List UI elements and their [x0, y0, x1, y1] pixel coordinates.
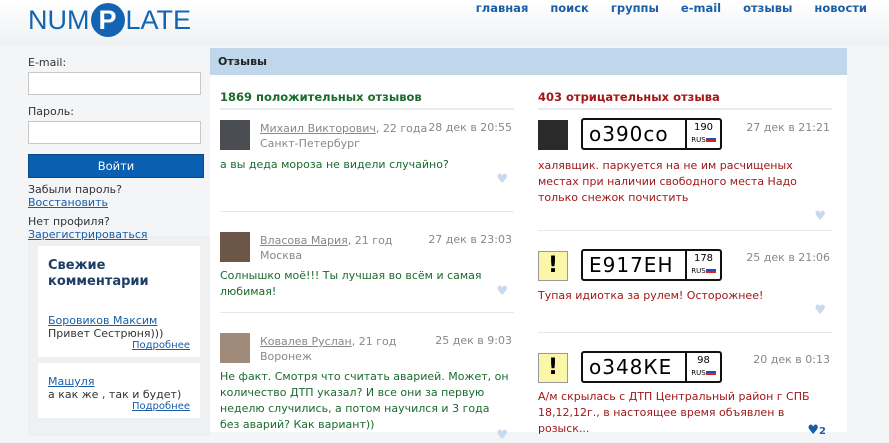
register-link[interactable]: Зарегистрироваться [28, 228, 204, 241]
fresh-comments: Свежие комментарии Боровиков Максим Прив… [28, 236, 210, 436]
user-age: , 22 года [375, 122, 428, 135]
review-text: халявщик. паркуется на не им расчищеных … [538, 159, 797, 204]
password-label: Пароль: [28, 105, 74, 118]
nav-email[interactable]: e-mail [681, 1, 721, 15]
review-text: А/м скрылась с ДТП Центральный район г С… [538, 390, 810, 435]
car-photo[interactable] [538, 120, 568, 150]
fresh-comment: Машуля а как же , так и будет) Подробнее [38, 363, 200, 418]
reviews-panel: Отзывы 1869 положительных отзывов Михаил… [210, 48, 847, 443]
nav-groups[interactable]: группы [611, 1, 659, 15]
avatar[interactable] [220, 232, 250, 262]
plate-country: RUS [691, 267, 706, 275]
user-city: Воронеж [260, 350, 312, 363]
warning-icon[interactable]: ! [538, 251, 568, 281]
password-input[interactable] [28, 121, 201, 144]
comment-author[interactable]: Машуля [48, 375, 94, 388]
user-name[interactable]: Ковалев Руслан [260, 335, 352, 348]
positive-heading: 1869 положительных отзывов [220, 90, 514, 110]
review-text: Тупая идиотка за рулем! Осторожнее! [538, 289, 764, 302]
warning-icon[interactable]: ! [538, 353, 568, 383]
login-form: E-mail: Пароль: Войти Забыли пароль? Вос… [28, 56, 204, 241]
user-city: Санкт-Петербург [260, 137, 360, 150]
heart-icon[interactable]: ♥ [496, 428, 508, 443]
heart-icon[interactable]: ♥ [814, 209, 826, 224]
nav-home[interactable]: главная [476, 1, 529, 15]
fresh-comment: Свежие комментарии Боровиков Максим Прив… [38, 246, 200, 357]
email-input[interactable] [28, 72, 201, 95]
review-date: 25 дек в 21:06 [746, 251, 830, 264]
review-text: Солнышко моё!!! Ты лучшая во всём и сама… [220, 269, 482, 298]
negative-column: 403 отрицательных отзыва о390со 190 RUS 27… [538, 90, 832, 443]
review-date: 27 дек в 21:21 [746, 121, 830, 134]
heart-icon[interactable]: ♥ [496, 172, 508, 187]
plate-region: 178 [693, 253, 714, 264]
review-date: 28 дек в 20:55 [428, 121, 512, 134]
review-date: 20 дек в 0:13 [753, 353, 830, 366]
review-item: Михаил Викторович, 22 года Санкт-Петербур… [220, 110, 514, 212]
like-button[interactable]: ♥2 [807, 423, 826, 438]
logo-text: NUM [28, 4, 90, 35]
logo-p-circle: P [90, 3, 125, 37]
plate-country: RUS [691, 136, 706, 144]
fresh-comments-title: Свежие комментарии [48, 258, 149, 289]
review-item: ! о348КЕ 98 RUS 20 дек в 0:13 А/м скрылась… [538, 333, 832, 443]
reviews-title: Отзывы [210, 48, 847, 75]
top-nav: главная поиск группы e-mail отзывы новос… [476, 1, 867, 15]
user-age: , 21 год [347, 234, 393, 247]
review-date: 25 дек в 9:03 [435, 334, 512, 347]
nav-reviews[interactable]: отзывы [743, 1, 792, 15]
plate-region: 98 [697, 355, 710, 366]
review-item: ! Е917ЕН 178 RUS 25 дек в 21:06 Тупая идио… [538, 231, 832, 333]
license-plate[interactable]: о348КЕ 98 RUS [581, 351, 722, 383]
user-name[interactable]: Михаил Викторович [260, 122, 376, 135]
more-link[interactable]: Подробнее [132, 340, 190, 351]
user-age: , 21 год [351, 335, 397, 348]
plate-number: Е917ЕН [589, 253, 674, 277]
email-label: E-mail: [28, 56, 67, 69]
comment-text: Привет Сестрюня))) [48, 327, 164, 340]
avatar[interactable] [220, 333, 250, 363]
no-profile-text: Нет профиля? [28, 215, 110, 228]
user-city: Москва [260, 249, 303, 262]
plate-number: о348КЕ [589, 355, 673, 379]
forgot-text: Забыли пароль? [28, 183, 122, 196]
login-button[interactable]: Войти [28, 154, 204, 178]
plate-country: RUS [691, 369, 706, 377]
restore-link[interactable]: Восстановить [28, 196, 108, 209]
review-item: Власова Мария, 21 год Москва 27 дек в 23:… [220, 212, 514, 313]
plate-number: о390со [589, 122, 669, 146]
flag-icon [705, 136, 716, 142]
review-date: 27 дек в 23:03 [428, 233, 512, 246]
license-plate[interactable]: о390со 190 RUS [581, 118, 722, 150]
plate-region: 190 [693, 122, 714, 133]
avatar[interactable] [220, 120, 250, 150]
logo-text: LATE [125, 4, 192, 35]
positive-column: 1869 положительных отзывов Михаил Виктор… [220, 90, 514, 443]
negative-heading: 403 отрицательных отзыва [538, 90, 832, 110]
heart-icon: ♥ [807, 423, 820, 438]
header: NUM P LATE главная поиск группы e-mail отз… [0, 0, 889, 46]
logo[interactable]: NUM P LATE [28, 3, 191, 37]
review-text: Не факт. Смотря что считать аварией. Мож… [220, 370, 509, 431]
flag-icon [705, 369, 716, 375]
nav-news[interactable]: новости [814, 1, 867, 15]
flag-icon [705, 267, 716, 273]
heart-icon[interactable]: ♥ [496, 284, 508, 299]
comment-text: а как же , так и будет) [48, 388, 182, 401]
nav-search[interactable]: поиск [550, 1, 589, 15]
review-item: Ковалев Руслан, 21 год Воронеж 25 дек в 9… [220, 313, 514, 443]
heart-icon[interactable]: ♥ [814, 303, 826, 318]
review-item: о390со 190 RUS 27 дек в 21:21 халявщик. па… [538, 110, 832, 231]
review-text: а вы деда мороза не видели случайно? [220, 158, 449, 171]
more-link[interactable]: Подробнее [132, 401, 190, 412]
user-name[interactable]: Власова Мария [260, 234, 348, 247]
comment-author[interactable]: Боровиков Максим [48, 314, 157, 327]
license-plate[interactable]: Е917ЕН 178 RUS [581, 249, 722, 281]
